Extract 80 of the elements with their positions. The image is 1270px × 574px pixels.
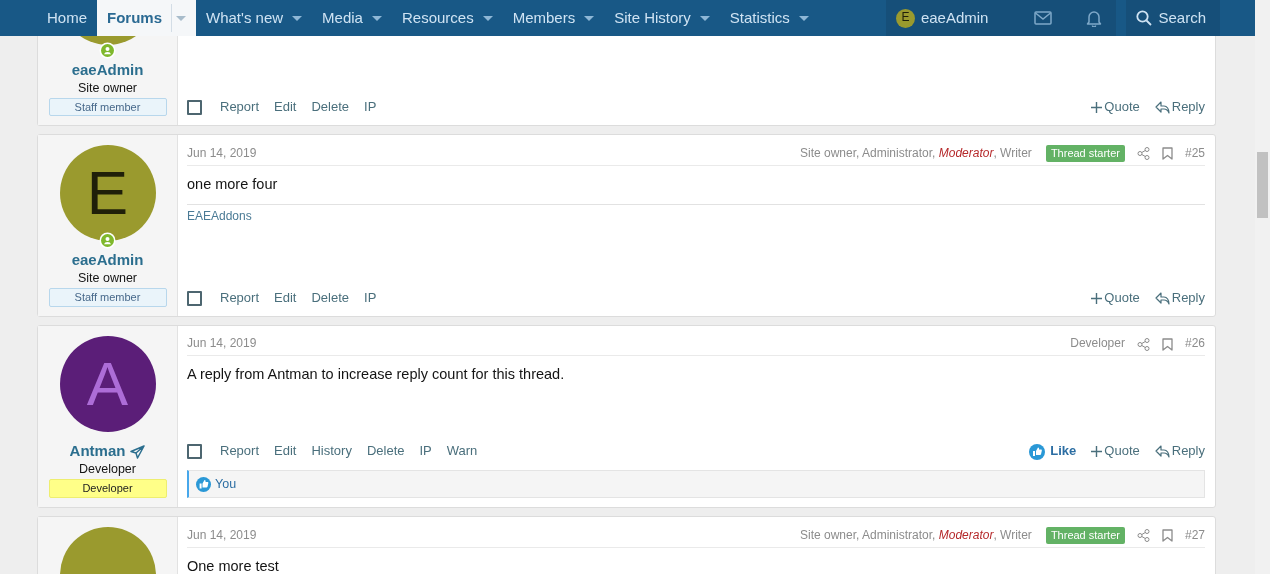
user-titles: Site owner, Administrator, Moderator, Writer bbox=[800, 527, 1032, 544]
plus-icon bbox=[1091, 102, 1103, 114]
post-action-link[interactable]: Edit bbox=[274, 443, 297, 461]
post-number-link[interactable]: #25 bbox=[1184, 145, 1205, 162]
username-link[interactable]: eaeAdmin bbox=[71, 251, 144, 271]
bookmark-icon[interactable] bbox=[1161, 146, 1173, 160]
post-message: One more test bbox=[187, 556, 280, 574]
thumbs-up-icon bbox=[196, 476, 211, 492]
thumbs-up-icon bbox=[1029, 443, 1046, 460]
user-title: Site owner bbox=[77, 270, 138, 287]
user-titles: Developer bbox=[1070, 336, 1125, 352]
scrollbar-thumb[interactable] bbox=[1257, 152, 1268, 218]
reply-button[interactable]: Reply bbox=[1154, 99, 1205, 117]
reply-arrow-icon bbox=[1154, 445, 1170, 459]
select-checkbox[interactable] bbox=[187, 444, 202, 460]
post-action-link[interactable]: Report bbox=[220, 290, 260, 308]
post-number-link[interactable]: #27 bbox=[1184, 527, 1205, 544]
user-title: Developer bbox=[79, 461, 136, 478]
reply-arrow-icon bbox=[1154, 292, 1170, 306]
share-icon[interactable] bbox=[1136, 337, 1150, 351]
post-action-link[interactable]: Warn bbox=[446, 443, 478, 461]
reply-button[interactable]: Reply bbox=[1154, 443, 1205, 461]
nav-tab[interactable]: Site History bbox=[604, 0, 720, 36]
user-title: Site owner bbox=[77, 79, 138, 96]
post-date[interactable]: Jun 14, 2019 bbox=[187, 145, 257, 162]
quote-button[interactable]: Quote bbox=[1091, 290, 1140, 308]
reply-arrow-icon bbox=[1154, 101, 1170, 115]
user-titles: Site owner, Administrator, Moderator, Writer bbox=[800, 145, 1032, 162]
envelope-icon[interactable] bbox=[1034, 11, 1053, 25]
post-action-link[interactable]: IP bbox=[364, 290, 377, 308]
plus-icon bbox=[1091, 446, 1103, 458]
post-date[interactable]: Jun 14, 2019 bbox=[187, 527, 257, 544]
nav-tab[interactable]: Resources bbox=[391, 0, 503, 36]
nav-tab[interactable]: What's new bbox=[196, 0, 313, 36]
post-message: A reply from Antman to increase reply count for this thread. bbox=[187, 364, 566, 384]
post-action-link[interactable]: Delete bbox=[311, 290, 349, 308]
account-name[interactable]: eaeAdmin bbox=[920, 8, 989, 28]
share-icon[interactable] bbox=[1136, 528, 1150, 542]
nav-tab[interactable]: Forums bbox=[97, 0, 197, 36]
user-banner: Developer bbox=[48, 479, 167, 498]
user-banner: Staff member bbox=[48, 288, 167, 307]
user-banner: Staff member bbox=[48, 98, 167, 117]
quote-button[interactable]: Quote bbox=[1091, 99, 1140, 117]
bookmark-icon[interactable] bbox=[1161, 528, 1173, 542]
bookmark-icon[interactable] bbox=[1161, 337, 1173, 351]
bell-icon[interactable] bbox=[1086, 9, 1103, 27]
reply-button[interactable]: Reply bbox=[1154, 290, 1205, 308]
post-action-link[interactable]: Report bbox=[220, 443, 260, 461]
post-action-link[interactable]: IP bbox=[419, 443, 432, 461]
nav-tab[interactable]: Media bbox=[312, 0, 392, 36]
likes-link[interactable]: You bbox=[215, 476, 237, 493]
nav-tab[interactable]: Statistics bbox=[719, 0, 819, 36]
post-date[interactable]: Jun 14, 2019 bbox=[187, 336, 257, 352]
username-link[interactable]: Antman bbox=[69, 442, 126, 462]
like-button[interactable]: Like bbox=[1029, 443, 1077, 461]
nav-tab[interactable]: Members bbox=[502, 0, 605, 36]
select-checkbox[interactable] bbox=[187, 291, 202, 307]
share-icon[interactable] bbox=[1136, 146, 1150, 160]
avatar[interactable]: A bbox=[59, 336, 156, 433]
avatar-icon[interactable]: E bbox=[895, 8, 915, 28]
post-action-link[interactable]: Edit bbox=[274, 290, 297, 308]
post-action-link[interactable]: Report bbox=[220, 99, 260, 117]
signature-link[interactable]: EAEAddons bbox=[187, 208, 252, 223]
post-number-link[interactable]: #26 bbox=[1184, 336, 1205, 352]
post-action-link[interactable]: Delete bbox=[311, 99, 349, 117]
post-action-link[interactable]: IP bbox=[364, 99, 377, 117]
thread-starter-tag: Thread starter bbox=[1045, 145, 1125, 162]
post-action-link[interactable]: Delete bbox=[366, 443, 405, 461]
post-action-link[interactable]: Edit bbox=[274, 99, 297, 117]
quote-button[interactable]: Quote bbox=[1091, 443, 1140, 461]
select-checkbox[interactable] bbox=[187, 100, 202, 116]
plus-icon bbox=[1091, 293, 1103, 305]
thread-starter-tag: Thread starter bbox=[1045, 527, 1125, 544]
nav-tab[interactable]: Home bbox=[37, 0, 97, 36]
username-link[interactable]: eaeAdmin bbox=[71, 61, 144, 80]
avatar[interactable]: E bbox=[59, 145, 156, 242]
search-icon bbox=[1136, 10, 1153, 26]
post-message: one more four bbox=[187, 174, 279, 194]
post-action-link[interactable]: History bbox=[311, 443, 352, 461]
search-button[interactable]: Search bbox=[1126, 0, 1220, 36]
